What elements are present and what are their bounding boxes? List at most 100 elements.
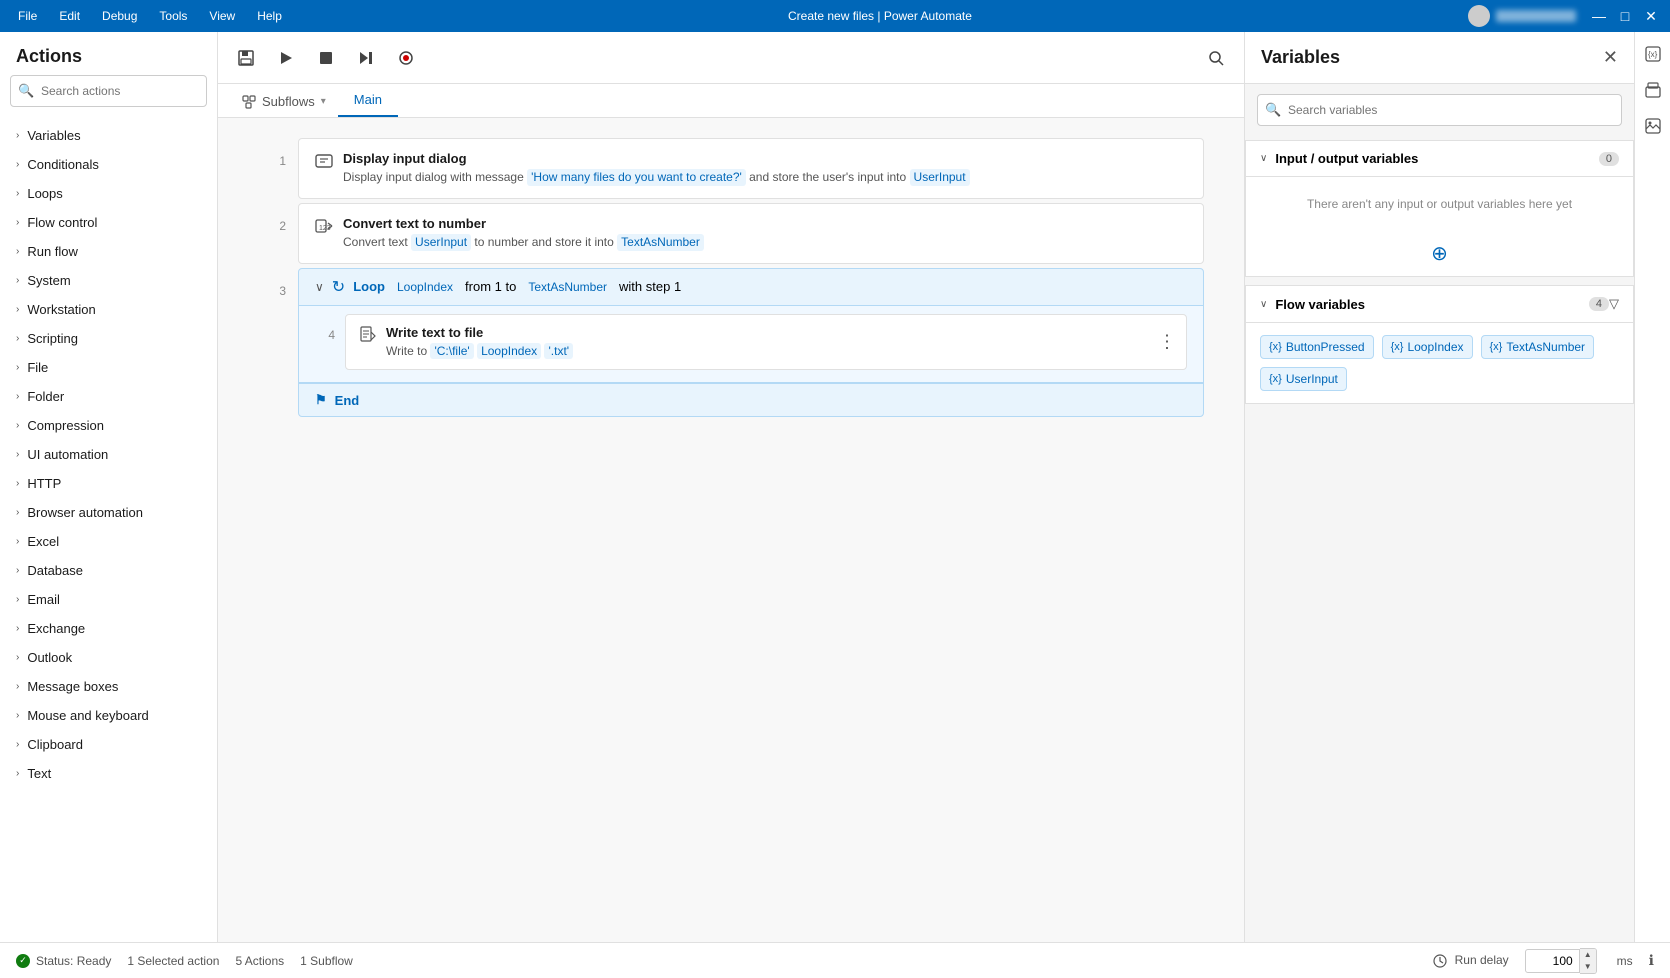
spinner-down-button[interactable]: ▼ <box>1580 961 1596 973</box>
status-indicator: ✓ <box>16 954 30 968</box>
chevron-icon: › <box>16 130 19 141</box>
io-section-header[interactable]: ∨ Input / output variables 0 <box>1246 141 1633 177</box>
category-mouse-keyboard[interactable]: › Mouse and keyboard <box>0 701 217 730</box>
var-chip-buttonpressed[interactable]: {x} ButtonPressed <box>1260 335 1374 359</box>
window-controls: — □ ✕ <box>1468 5 1662 27</box>
end-block: ⚑ End <box>298 383 1204 417</box>
category-email[interactable]: › Email <box>0 585 217 614</box>
category-label: Text <box>27 766 51 781</box>
category-browser-automation[interactable]: › Browser automation <box>0 498 217 527</box>
var-icon: {x} <box>1490 341 1503 353</box>
save-button[interactable] <box>230 42 262 74</box>
category-workstation[interactable]: › Workstation <box>0 295 217 324</box>
category-ui-automation[interactable]: › UI automation <box>0 440 217 469</box>
category-system[interactable]: › System <box>0 266 217 295</box>
var-chip-loopindex[interactable]: {x} LoopIndex <box>1382 335 1473 359</box>
category-variables[interactable]: › Variables <box>0 121 217 150</box>
filter-icon[interactable]: ▽ <box>1609 296 1619 312</box>
end-flag-icon: ⚑ <box>315 392 327 408</box>
category-run-flow[interactable]: › Run flow <box>0 237 217 266</box>
category-message-boxes[interactable]: › Message boxes <box>0 672 217 701</box>
io-variables-section: ∨ Input / output variables 0 There aren'… <box>1245 140 1634 277</box>
var-icon: {x} <box>1269 341 1282 353</box>
canvas-search-button[interactable] <box>1200 42 1232 74</box>
chevron-icon: › <box>16 188 19 199</box>
var-chip-userinput-1: UserInput <box>910 169 970 186</box>
loop-inner-card[interactable]: Write text to file Write to 'C:\file' Lo… <box>345 314 1187 371</box>
tab-main[interactable]: Main <box>338 84 398 117</box>
category-conditionals[interactable]: › Conditionals <box>0 150 217 179</box>
maximize-button[interactable]: □ <box>1614 5 1636 27</box>
menu-debug[interactable]: Debug <box>92 5 147 27</box>
tab-subflows[interactable]: Subflows ▾ <box>230 86 338 117</box>
category-label: Variables <box>27 128 80 143</box>
category-clipboard[interactable]: › Clipboard <box>0 730 217 759</box>
app-body: Actions 🔍 › Variables › Conditionals › L… <box>0 32 1670 942</box>
menu-view[interactable]: View <box>199 5 245 27</box>
variables-panel-icon[interactable]: {x} <box>1639 40 1667 68</box>
category-outlook[interactable]: › Outlook <box>0 643 217 672</box>
var-chip-userinput-2: UserInput <box>411 234 471 251</box>
category-flow-control[interactable]: › Flow control <box>0 208 217 237</box>
ui-elements-icon[interactable] <box>1639 76 1667 104</box>
category-label: Database <box>27 563 83 578</box>
menu-help[interactable]: Help <box>247 5 292 27</box>
category-compression[interactable]: › Compression <box>0 411 217 440</box>
category-scripting[interactable]: › Scripting <box>0 324 217 353</box>
images-icon[interactable] <box>1639 112 1667 140</box>
category-label: Mouse and keyboard <box>27 708 148 723</box>
flow-section-header[interactable]: ∨ Flow variables 4 ▽ <box>1246 286 1633 323</box>
close-button[interactable]: ✕ <box>1640 5 1662 27</box>
spinner-up-button[interactable]: ▲ <box>1580 949 1596 961</box>
step-card-2[interactable]: 123 Convert text to number Convert text … <box>298 203 1204 264</box>
category-folder[interactable]: › Folder <box>0 382 217 411</box>
var-chip-textasnumber2[interactable]: {x} TextAsNumber <box>1481 335 1595 359</box>
add-io-variable-button[interactable]: ⊕ <box>1246 231 1633 276</box>
subflows-label: Subflows <box>262 94 315 109</box>
total-actions-text: 5 Actions <box>235 954 284 968</box>
category-label: Compression <box>27 418 104 433</box>
step-icon-1 <box>315 152 333 175</box>
variables-search-input[interactable] <box>1257 94 1622 126</box>
var-chip-userinput2[interactable]: {x} UserInput <box>1260 367 1347 391</box>
minimize-button[interactable]: — <box>1588 5 1610 27</box>
step-desc-2: Convert text UserInput to number and sto… <box>343 234 1187 251</box>
variables-close-button[interactable]: ✕ <box>1603 47 1618 68</box>
category-loops[interactable]: › Loops <box>0 179 217 208</box>
stop-button[interactable] <box>310 42 342 74</box>
menu-edit[interactable]: Edit <box>49 5 90 27</box>
step-card-1[interactable]: Display input dialog Display input dialo… <box>298 138 1204 199</box>
info-icon[interactable]: ℹ <box>1649 952 1654 969</box>
actions-panel: Actions 🔍 › Variables › Conditionals › L… <box>0 32 218 942</box>
loop-block: ∨ ↻ Loop LoopIndex from 1 to TextAsNumbe… <box>298 268 1204 418</box>
step-button[interactable] <box>350 42 382 74</box>
category-exchange[interactable]: › Exchange <box>0 614 217 643</box>
menu-tools[interactable]: Tools <box>149 5 197 27</box>
flow-canvas[interactable]: 1 Display input dialog Display input dia… <box>218 118 1244 942</box>
chevron-icon: › <box>16 652 19 663</box>
step-more-button[interactable]: ⋮ <box>1158 331 1176 352</box>
menu-file[interactable]: File <box>8 5 47 27</box>
user-info <box>1468 5 1576 27</box>
actions-search-input[interactable] <box>10 75 207 107</box>
category-http[interactable]: › HTTP <box>0 469 217 498</box>
loop-collapse-button[interactable]: ∨ <box>315 280 324 294</box>
category-text[interactable]: › Text <box>0 759 217 788</box>
record-button[interactable] <box>390 42 422 74</box>
chevron-icon: › <box>16 507 19 518</box>
loop-inner-desc: Write to 'C:\file' LoopIndex '.txt' <box>386 343 1172 360</box>
category-excel[interactable]: › Excel <box>0 527 217 556</box>
run-button[interactable] <box>270 42 302 74</box>
step-number-3: 3 <box>258 268 298 298</box>
category-file[interactable]: › File <box>0 353 217 382</box>
loop-header: ∨ ↻ Loop LoopIndex from 1 to TextAsNumbe… <box>298 268 1204 306</box>
svg-text:{x}: {x} <box>1648 50 1658 59</box>
run-delay-input[interactable] <box>1525 949 1580 973</box>
loop-from-text: from 1 to <box>465 279 516 294</box>
category-database[interactable]: › Database <box>0 556 217 585</box>
category-label: Workstation <box>27 302 95 317</box>
step-number-1: 1 <box>258 138 298 168</box>
end-label: End <box>335 393 360 408</box>
loop-body: 4 Write text to file Write <box>298 306 1204 384</box>
loop-icon: ↻ <box>332 277 345 297</box>
